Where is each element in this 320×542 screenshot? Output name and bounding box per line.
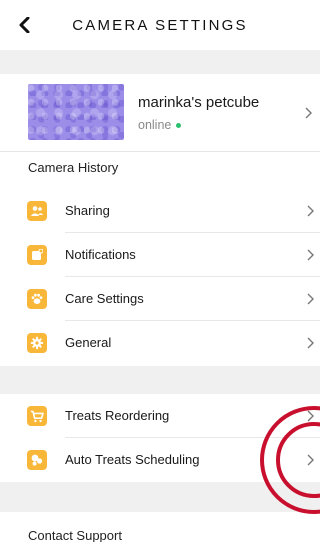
row-label: Treats Reordering bbox=[65, 408, 170, 423]
camera-status: online bbox=[138, 118, 182, 132]
people-icon bbox=[27, 201, 47, 221]
chevron-right-icon bbox=[307, 454, 314, 466]
contact-support-link[interactable]: Contact Support bbox=[28, 528, 122, 542]
chevron-right-icon bbox=[307, 205, 314, 217]
gear-icon bbox=[27, 333, 47, 353]
row-label: Notifications bbox=[65, 247, 136, 262]
section-spacer bbox=[0, 482, 320, 512]
section-spacer bbox=[0, 50, 320, 74]
camera-name: marinka's petcube bbox=[138, 94, 260, 111]
notification-icon bbox=[27, 245, 47, 265]
row-label: Sharing bbox=[65, 203, 110, 218]
row-general[interactable]: General bbox=[0, 321, 320, 365]
row-auto-treats-scheduling[interactable]: Auto Treats Scheduling bbox=[0, 438, 320, 482]
header-bar: CAMERA SETTINGS bbox=[0, 0, 320, 50]
chevron-right-icon bbox=[307, 293, 314, 305]
chevron-right-icon bbox=[307, 410, 314, 422]
paw-icon bbox=[27, 289, 47, 309]
camera-row[interactable]: marinka's petcube online bbox=[0, 74, 320, 152]
back-button[interactable] bbox=[12, 12, 38, 38]
camera-history-label[interactable]: Camera History bbox=[28, 160, 118, 175]
row-label: General bbox=[65, 335, 112, 350]
chevron-right-icon bbox=[305, 107, 312, 119]
row-care-settings[interactable]: Care Settings bbox=[0, 277, 320, 321]
chevron-left-icon bbox=[19, 17, 30, 33]
section-spacer bbox=[0, 366, 320, 394]
row-sharing[interactable]: Sharing bbox=[0, 189, 320, 233]
status-dot-icon bbox=[176, 122, 182, 128]
row-label: Auto Treats Scheduling bbox=[65, 452, 200, 467]
row-notifications[interactable]: Notifications bbox=[0, 233, 320, 277]
cart-icon bbox=[27, 406, 47, 426]
camera-thumbnail bbox=[28, 84, 124, 140]
chevron-right-icon bbox=[307, 249, 314, 261]
treat-icon bbox=[27, 450, 47, 470]
row-label: Care Settings bbox=[65, 291, 144, 306]
camera-status-text: online bbox=[138, 118, 172, 132]
row-treats-reordering[interactable]: Treats Reordering bbox=[0, 394, 320, 438]
page-title: CAMERA SETTINGS bbox=[72, 16, 248, 34]
chevron-right-icon bbox=[307, 337, 314, 349]
